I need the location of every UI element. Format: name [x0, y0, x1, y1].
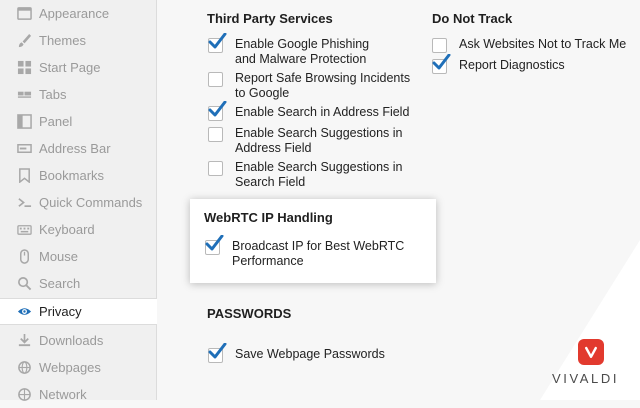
sidebar-item-label: Themes: [39, 33, 86, 48]
search-icon: [16, 276, 32, 292]
option-label: Ask Websites Not to Track Me: [459, 37, 627, 51]
sidebar-item-network[interactable]: Network: [0, 381, 156, 408]
sidebar-item-search[interactable]: Search: [0, 270, 156, 297]
ask-not-to-track-checkbox[interactable]: [432, 38, 447, 53]
checkmark-icon: [432, 54, 451, 70]
quick-commands-icon: [16, 195, 32, 211]
option-save-passwords[interactable]: Save Webpage Passwords: [208, 343, 408, 363]
sidebar-item-bookmarks[interactable]: Bookmarks: [0, 162, 156, 189]
option-label: Enable Search Suggestions in Search Fiel…: [235, 160, 403, 189]
search-in-address-field-checkbox[interactable]: [208, 101, 227, 121]
sidebar-item-privacy[interactable]: Privacy: [0, 298, 157, 325]
checkmark-icon: [205, 235, 224, 251]
sidebar-item-label: Quick Commands: [39, 195, 143, 210]
sidebar-item-label: Downloads: [39, 333, 104, 348]
sidebar-item-address-bar[interactable]: Address Bar: [0, 135, 156, 162]
sidebar-item-label: Appearance: [39, 6, 110, 21]
webrtc-heading: WebRTC IP Handling: [204, 210, 333, 225]
report-diagnostics-checkbox[interactable]: [432, 54, 451, 74]
sidebar-item-label: Tabs: [39, 87, 67, 102]
google-phishing-checkbox[interactable]: [208, 33, 227, 53]
do-not-track-heading: Do Not Track: [432, 11, 513, 26]
sidebar-item-appearance[interactable]: Appearance: [0, 0, 156, 27]
sidebar-item-downloads[interactable]: Downloads: [0, 327, 156, 354]
suggestions-address-field-checkbox[interactable]: [208, 127, 223, 142]
option-search-in-address-field[interactable]: Enable Search in Address Field: [208, 101, 423, 121]
themes-icon: [16, 33, 32, 49]
checkmark-icon: [208, 101, 227, 117]
option-report-safe-browsing[interactable]: Report Safe Browsing Incidents to Google: [208, 71, 423, 101]
broadcast-ip-checkbox[interactable]: [205, 235, 224, 255]
tabs-icon: [16, 87, 32, 103]
bookmark-icon: [16, 168, 32, 184]
sidebar-item-panel[interactable]: Panel: [0, 108, 156, 135]
option-broadcast-ip[interactable]: Broadcast IP for Best WebRTC Performance: [205, 235, 420, 269]
option-google-phishing[interactable]: Enable Google Phishing and Malware Prote…: [208, 33, 388, 67]
start-page-icon: [16, 60, 32, 76]
vivaldi-wordmark: VIVALDI: [552, 371, 620, 386]
panel-icon: [16, 114, 32, 130]
option-label: Enable Google Phishing and Malware Prote…: [235, 37, 370, 66]
option-label: Broadcast IP for Best WebRTC Performance: [232, 239, 405, 268]
sidebar-item-keyboard[interactable]: Keyboard: [0, 216, 156, 243]
appearance-icon: [16, 6, 32, 22]
save-passwords-checkbox[interactable]: [208, 343, 227, 363]
option-label: Report Safe Browsing Incidents to Google: [235, 71, 411, 100]
sidebar-item-label: Address Bar: [39, 141, 111, 156]
mouse-icon: [16, 249, 32, 265]
address-bar-icon: [16, 141, 32, 157]
sidebar-item-label: Panel: [39, 114, 73, 129]
sidebar-item-webpages[interactable]: Webpages: [0, 354, 156, 381]
sidebar-item-tabs[interactable]: Tabs: [0, 81, 156, 108]
sidebar-item-quick-commands[interactable]: Quick Commands: [0, 189, 156, 216]
sidebar-item-label: Bookmarks: [39, 168, 105, 183]
checkmark-icon: [208, 343, 227, 359]
webrtc-highlight-card: WebRTC IP Handling Broadcast IP for Best…: [190, 199, 436, 283]
sidebar-item-label: Mouse: [39, 249, 79, 264]
passwords-heading: PASSWORDS: [207, 306, 292, 321]
sidebar-item-start-page[interactable]: Start Page: [0, 54, 156, 81]
settings-sidebar: Appearance Themes Start Page Tabs Panel …: [0, 0, 157, 402]
sidebar-item-label: Keyboard: [39, 222, 95, 237]
webpages-icon: [16, 360, 32, 376]
third-party-services-heading: Third Party Services: [207, 11, 333, 26]
option-label: Enable Search Suggestions in Address Fie…: [235, 126, 403, 155]
option-label: Enable Search in Address Field: [235, 105, 410, 119]
option-suggestions-address-field[interactable]: Enable Search Suggestions in Address Fie…: [208, 126, 408, 156]
download-icon: [16, 333, 32, 349]
checkmark-icon: [208, 33, 227, 49]
option-ask-not-to-track[interactable]: Ask Websites Not to Track Me: [432, 37, 637, 53]
option-label: Save Webpage Passwords: [235, 347, 385, 361]
suggestions-search-field-checkbox[interactable]: [208, 161, 223, 176]
option-report-diagnostics[interactable]: Report Diagnostics: [432, 54, 637, 74]
vivaldi-logo-icon: [578, 339, 604, 365]
sidebar-item-label: Search: [39, 276, 81, 291]
sidebar-item-label: Privacy: [39, 304, 82, 319]
network-icon: [16, 387, 32, 403]
eye-icon: [16, 304, 32, 320]
report-safe-browsing-checkbox[interactable]: [208, 72, 223, 87]
sidebar-item-mouse[interactable]: Mouse: [0, 243, 156, 270]
sidebar-item-label: Start Page: [39, 60, 101, 75]
sidebar-item-label: Webpages: [39, 360, 101, 375]
keyboard-icon: [16, 222, 32, 238]
option-suggestions-search-field[interactable]: Enable Search Suggestions in Search Fiel…: [208, 160, 408, 190]
sidebar-item-themes[interactable]: Themes: [0, 27, 156, 54]
option-label: Report Diagnostics: [459, 58, 565, 72]
